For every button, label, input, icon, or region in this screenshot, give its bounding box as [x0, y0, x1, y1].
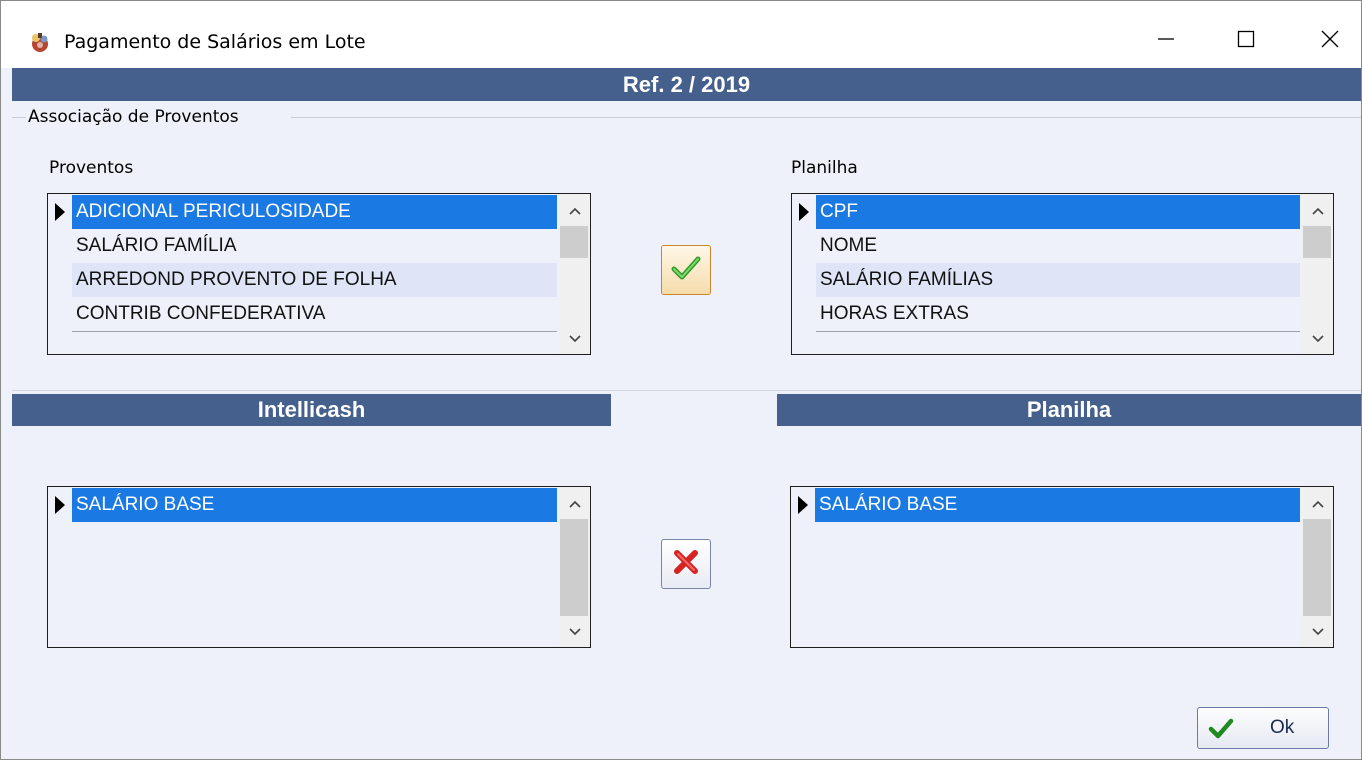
list-item[interactable]: ARREDOND PROVENTO DE FOLHA — [48, 263, 557, 297]
vertical-scrollbar[interactable] — [559, 194, 590, 354]
green-check-icon — [671, 255, 701, 286]
row-pointer-icon — [798, 496, 808, 514]
list-item[interactable]: NOME — [792, 229, 1300, 263]
list-item[interactable]: SALÁRIO BASE — [791, 488, 1300, 522]
remove-association-button[interactable] — [661, 539, 711, 589]
proventos-label: Proventos — [49, 158, 134, 178]
vertical-scrollbar[interactable] — [1302, 194, 1333, 354]
row-indicator — [792, 263, 816, 297]
row-divider — [816, 331, 1300, 332]
row-indicator — [792, 229, 816, 263]
reference-header: Ref. 2 / 2019 — [12, 68, 1361, 101]
cash-bag-icon — [28, 30, 52, 54]
row-indicator — [48, 229, 72, 263]
window-title: Pagamento de Salários em Lote — [64, 31, 366, 53]
row-pointer-icon — [55, 496, 65, 514]
red-x-icon — [672, 548, 700, 581]
minimize-button[interactable] — [1143, 21, 1189, 61]
intellicash-header: Intellicash — [12, 394, 611, 426]
green-check-icon — [1208, 717, 1234, 744]
chevron-down-icon[interactable] — [559, 326, 590, 352]
list-item[interactable]: HORAS EXTRAS — [792, 297, 1300, 331]
chevron-up-icon[interactable] — [559, 198, 590, 224]
scroll-thumb[interactable] — [560, 226, 588, 258]
intellicash-mapped-list[interactable]: SALÁRIO BASE — [47, 486, 591, 648]
title-bar[interactable]: Pagamento de Salários em Lote — [1, 1, 1361, 68]
chevron-up-icon[interactable] — [559, 491, 590, 517]
minimize-icon — [1157, 30, 1175, 53]
chevron-down-icon[interactable] — [1302, 619, 1333, 645]
associate-button[interactable] — [661, 245, 711, 295]
chevron-down-icon[interactable] — [559, 619, 590, 645]
row-indicator — [48, 263, 72, 297]
chevron-up-icon[interactable] — [1302, 491, 1333, 517]
close-button[interactable] — [1307, 21, 1353, 61]
planilha-header: Planilha — [777, 394, 1361, 426]
group-title: Associação de Proventos — [28, 107, 239, 127]
maximize-button[interactable] — [1223, 21, 1269, 61]
chevron-up-icon[interactable] — [1302, 198, 1333, 224]
list-item[interactable]: SALÁRIO FAMÍLIA — [48, 229, 557, 263]
section-separator — [12, 390, 1361, 391]
planilha-list[interactable]: CPF NOME SALÁRIO FAMÍLIAS HORAS EXTRAS — [791, 193, 1334, 355]
ok-button[interactable]: Ok — [1197, 707, 1329, 749]
close-icon — [1321, 30, 1339, 53]
chevron-down-icon[interactable] — [1302, 326, 1333, 352]
row-divider — [72, 331, 557, 332]
maximize-icon — [1237, 30, 1255, 53]
planilha-label: Planilha — [791, 158, 858, 178]
group-border-right — [291, 117, 1361, 118]
row-pointer-icon — [55, 203, 65, 221]
vertical-scrollbar[interactable] — [1302, 487, 1333, 647]
row-indicator — [48, 297, 72, 331]
vertical-scrollbar[interactable] — [559, 487, 590, 647]
payroll-batch-window: Pagamento de Salários em Lote Ref. 2 / 2… — [0, 0, 1362, 760]
scroll-thumb[interactable] — [560, 519, 588, 616]
list-item[interactable]: ADICIONAL PERICULOSIDADE — [48, 195, 557, 229]
group-border-left — [12, 117, 26, 118]
proventos-list[interactable]: ADICIONAL PERICULOSIDADE SALÁRIO FAMÍLIA… — [47, 193, 591, 355]
list-item[interactable]: CPF — [792, 195, 1300, 229]
row-pointer-icon — [799, 203, 809, 221]
list-item[interactable]: SALÁRIO BASE — [48, 488, 557, 522]
ok-label: Ok — [1270, 717, 1295, 738]
row-indicator — [792, 297, 816, 331]
scroll-thumb[interactable] — [1303, 519, 1331, 616]
scroll-thumb[interactable] — [1303, 226, 1331, 258]
list-item[interactable]: CONTRIB CONFEDERATIVA — [48, 297, 557, 331]
planilha-mapped-list[interactable]: SALÁRIO BASE — [790, 486, 1334, 648]
list-item[interactable]: SALÁRIO FAMÍLIAS — [792, 263, 1300, 297]
